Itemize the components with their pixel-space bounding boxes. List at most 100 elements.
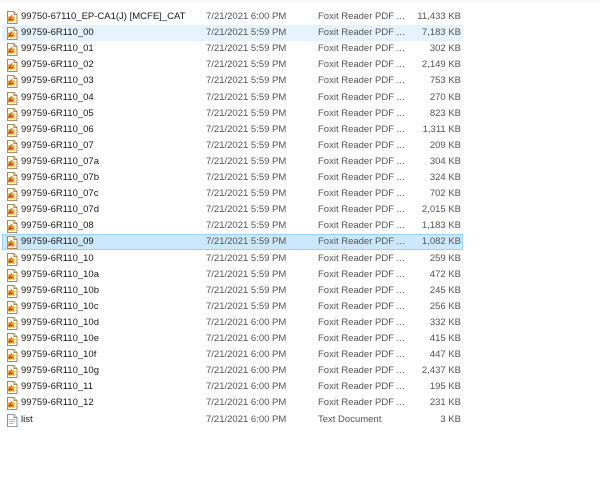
file-type: Foxit Reader PDF ... [318,75,405,87]
file-date-modified: 7/21/2021 5:59 PM [206,204,287,216]
file-size: 415 KB [429,333,461,344]
file-type: Foxit Reader PDF ... [318,139,405,151]
file-size: 1,082 KB [421,236,461,248]
file-type: Foxit Reader PDF ... [318,91,405,103]
file-row[interactable]: 99759-6R110_07 7/21/2021 5:59 PM Foxit R… [2,138,463,154]
file-size: 11,433 KB [417,11,461,22]
pdf-icon [6,11,18,24]
file-name: 99759-6R110_08 [21,220,94,232]
file-row[interactable]: 99759-6R110_07c 7/21/2021 5:59 PM Foxit … [2,186,463,202]
file-name: 99759-6R110_10a [21,268,100,280]
file-type: Foxit Reader PDF ... [318,220,405,232]
file-date-modified: 7/21/2021 5:59 PM [206,123,287,135]
file-type: Foxit Reader PDF ... [318,333,405,344]
file-name: 99750-67110_EP-CA1(J) [MCFE]_CAT [21,11,186,22]
file-type: Foxit Reader PDF ... [318,316,405,328]
pdf-icon [6,220,18,234]
file-name: 99759-6R110_00 [21,27,94,39]
file-row[interactable]: list 7/21/2021 6:00 PM Text Document 3 K… [2,412,463,428]
pdf-icon [6,59,18,73]
pdf-icon [6,123,18,137]
file-date-modified: 7/21/2021 6:00 PM [206,413,287,425]
file-date-modified: 7/21/2021 5:59 PM [206,188,287,200]
file-size: 302 KB [429,43,461,55]
file-row[interactable]: 99759-6R110_12 7/21/2021 6:00 PM Foxit R… [2,395,463,411]
pdf-icon [6,349,18,362]
pdf-icon [6,139,18,153]
file-type: Foxit Reader PDF ... [318,397,405,409]
file-row[interactable]: 99759-6R110_10c 7/21/2021 5:59 PM Foxit … [2,299,463,315]
file-name: 99759-6R110_07d [21,204,100,216]
file-name: 99759-6R110_10d [21,316,100,328]
file-type: Foxit Reader PDF ... [318,381,405,393]
file-row[interactable]: 99759-6R110_06 7/21/2021 5:59 PM Foxit R… [2,122,463,138]
file-size: 472 KB [429,268,461,280]
pdf-icon [6,333,18,346]
file-row[interactable]: 99759-6R110_10f 7/21/2021 6:00 PM Foxit … [2,347,463,363]
file-row[interactable]: 99759-6R110_03 7/21/2021 5:59 PM Foxit R… [2,73,463,89]
pdf-icon [6,43,18,57]
pdf-icon [6,365,18,379]
file-date-modified: 7/21/2021 5:59 PM [206,268,287,280]
file-date-modified: 7/21/2021 5:59 PM [206,59,287,71]
file-size: 332 KB [429,316,461,328]
file-date-modified: 7/21/2021 6:00 PM [206,349,287,361]
file-row[interactable]: 99759-6R110_07d 7/21/2021 5:59 PM Foxit … [2,202,463,218]
file-date-modified: 7/21/2021 5:59 PM [206,139,287,151]
file-row[interactable]: 99759-6R110_10 7/21/2021 5:59 PM Foxit R… [2,251,463,267]
file-row[interactable]: 99759-6R110_11 7/21/2021 6:00 PM Foxit R… [2,379,463,395]
file-type: Foxit Reader PDF ... [318,11,405,22]
pdf-icon [6,172,18,185]
file-date-modified: 7/21/2021 5:59 PM [206,155,287,167]
file-row[interactable]: 99759-6R110_07a 7/21/2021 5:59 PM Foxit … [2,154,463,170]
file-name: 99759-6R110_03 [21,75,94,87]
file-size: 231 KB [429,397,461,409]
file-date-modified: 7/21/2021 5:59 PM [206,43,287,55]
file-size: 2,437 KB [421,365,461,377]
file-row[interactable]: 99759-6R110_10b 7/21/2021 5:59 PM Foxit … [2,283,463,299]
file-name: 99759-6R110_10b [21,284,100,296]
file-row[interactable]: 99759-6R110_10g 7/21/2021 6:00 PM Foxit … [2,363,463,379]
file-type: Foxit Reader PDF ... [318,43,405,55]
text-document-icon [6,413,18,427]
pdf-icon [6,381,18,395]
file-row[interactable]: 99759-6R110_10d 7/21/2021 6:00 PM Foxit … [2,315,463,331]
file-row[interactable]: 99759-6R110_08 7/21/2021 5:59 PM Foxit R… [2,218,463,234]
pdf-icon [6,236,18,250]
pdf-icon [6,75,18,89]
pdf-icon [6,252,18,266]
file-row[interactable]: 99759-6R110_07b 7/21/2021 5:59 PM Foxit … [2,170,463,186]
file-type: Foxit Reader PDF ... [318,188,405,200]
file-row[interactable]: 99759-6R110_02 7/21/2021 5:59 PM Foxit R… [2,57,463,73]
file-row[interactable]: 99759-6R110_10a 7/21/2021 5:59 PM Foxit … [2,267,463,283]
file-date-modified: 7/21/2021 6:00 PM [206,365,287,377]
file-date-modified: 7/21/2021 5:59 PM [206,220,287,232]
file-name: 99759-6R110_07 [21,139,94,151]
pdf-icon [6,397,18,411]
file-size: 259 KB [429,252,461,264]
file-date-modified: 7/21/2021 6:00 PM [206,397,287,409]
file-date-modified: 7/21/2021 5:59 PM [206,91,287,103]
file-size: 3 KB [440,413,461,425]
file-type: Foxit Reader PDF ... [318,27,405,39]
file-type: Foxit Reader PDF ... [318,204,405,216]
file-row[interactable]: 99759-6R110_10e 7/21/2021 6:00 PM Foxit … [2,331,463,347]
file-size: 753 KB [429,75,461,87]
file-row[interactable]: 99759-6R110_09 7/21/2021 5:59 PM Foxit R… [2,234,463,251]
pdf-icon [6,204,18,218]
file-size: 324 KB [429,172,461,183]
file-row[interactable]: 99750-67110_EP-CA1(J) [MCFE]_CAT 7/21/20… [2,9,463,25]
file-name: 99759-6R110_10c [21,300,99,312]
file-row[interactable]: 99759-6R110_00 7/21/2021 5:59 PM Foxit R… [2,25,463,42]
file-size: 2,149 KB [421,59,461,71]
file-name: list [21,413,33,425]
pdf-icon [6,316,18,330]
file-row[interactable]: 99759-6R110_05 7/21/2021 5:59 PM Foxit R… [2,106,463,122]
file-type: Foxit Reader PDF ... [318,236,405,248]
file-type: Foxit Reader PDF ... [318,365,405,377]
file-type: Foxit Reader PDF ... [318,252,405,264]
file-name: 99759-6R110_10e [21,333,100,344]
file-date-modified: 7/21/2021 5:59 PM [206,300,287,312]
file-row[interactable]: 99759-6R110_04 7/21/2021 5:59 PM Foxit R… [2,90,463,106]
file-row[interactable]: 99759-6R110_01 7/21/2021 5:59 PM Foxit R… [2,41,463,57]
